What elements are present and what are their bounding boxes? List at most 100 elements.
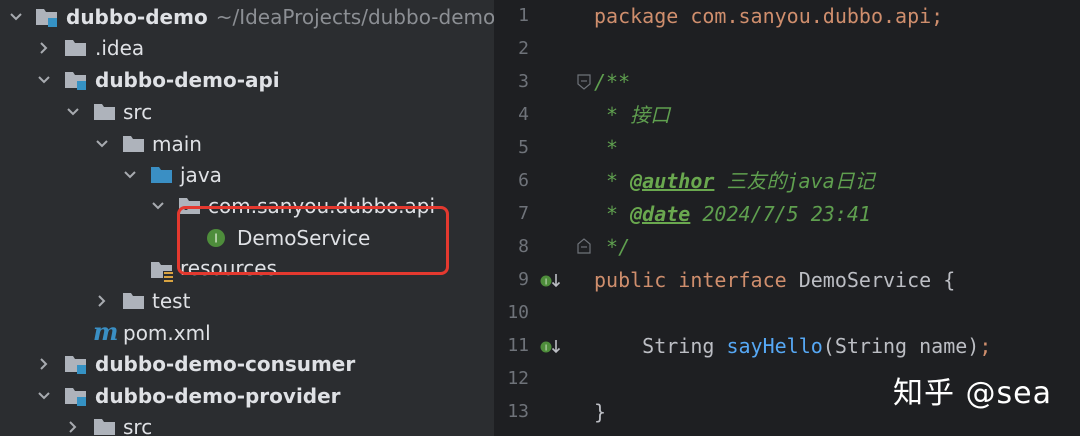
fold-icon[interactable] <box>577 238 591 254</box>
line-number: 5 <box>518 137 529 158</box>
module-folder-icon <box>35 6 59 28</box>
semicolon: ; <box>979 334 992 358</box>
chevron-right-icon[interactable] <box>92 291 112 311</box>
keyword: public <box>594 268 667 292</box>
chevron-down-icon[interactable] <box>148 196 168 216</box>
line-number: 9 <box>518 269 529 290</box>
watermark: 知乎 @sea <box>892 376 1052 411</box>
test-folder-label: test <box>152 289 191 313</box>
code-line-3[interactable]: /** <box>594 66 630 98</box>
comment: * 接口 <box>594 103 671 127</box>
interface-declaration: DemoService { <box>786 268 956 292</box>
line-number: 7 <box>518 203 529 224</box>
project-tree: dubbo-demo ~/IdeaProjects/dubbo-demo .ide… <box>0 0 494 436</box>
chevron-down-icon[interactable] <box>120 165 140 185</box>
line-number: 13 <box>507 401 529 422</box>
tree-row-java[interactable]: java <box>0 159 494 191</box>
folder-icon <box>64 37 88 59</box>
consumer-module-label: dubbo-demo-consumer <box>95 352 356 376</box>
code-line-4[interactable]: * 接口 <box>594 99 670 131</box>
tree-row-pom[interactable]: m pom.xml <box>0 317 494 349</box>
module-folder-icon <box>64 353 88 375</box>
line-number: 4 <box>518 104 529 125</box>
folder-icon <box>93 101 117 123</box>
chevron-down-icon[interactable] <box>6 7 26 27</box>
line-number: 10 <box>507 302 529 323</box>
module-folder-icon <box>64 69 88 91</box>
comment: */ <box>594 235 631 259</box>
folder-idea-label: .idea <box>95 36 145 60</box>
comment: 三友的java日记 <box>714 169 875 193</box>
provider-module-label: dubbo-demo-provider <box>95 384 341 408</box>
module-folder-icon <box>64 385 88 407</box>
chevron-down-icon[interactable] <box>34 70 54 90</box>
main-folder-label: main <box>152 132 202 156</box>
provider-src-label: src <box>123 415 153 436</box>
code-line-9[interactable]: public interface DemoService { <box>594 264 955 296</box>
return-type: String <box>594 334 727 358</box>
chevron-down-icon[interactable] <box>63 102 83 122</box>
closing-brace: } <box>594 400 607 424</box>
code-line-13[interactable]: } <box>594 396 606 428</box>
tree-row-test[interactable]: test <box>0 285 494 317</box>
keyword: interface <box>678 268 787 292</box>
api-module-label: dubbo-demo-api <box>95 68 280 92</box>
code-line-1[interactable]: package com.sanyou.dubbo.api; <box>594 0 943 32</box>
method-params: (String name) <box>822 334 980 358</box>
code-line-5[interactable]: * <box>594 132 618 164</box>
src-folder-label: src <box>123 100 153 124</box>
tree-row-provider-module[interactable]: dubbo-demo-provider <box>0 380 494 412</box>
chevron-down-icon[interactable] <box>34 386 54 406</box>
chevron-down-icon[interactable] <box>92 134 112 154</box>
comment: * <box>594 202 631 226</box>
method-name: sayHello <box>726 334 823 358</box>
tree-row-main[interactable]: main <box>0 128 494 160</box>
line-number: 8 <box>518 236 529 257</box>
java-folder-label: java <box>180 163 222 187</box>
comment: /** <box>594 70 631 94</box>
tree-row-consumer-module[interactable]: dubbo-demo-consumer <box>0 348 494 380</box>
chevron-right-icon[interactable] <box>63 417 83 436</box>
resources-folder-icon <box>150 259 174 282</box>
svg-text:I: I <box>545 344 547 353</box>
code-line-8[interactable]: */ <box>594 231 630 263</box>
root-folder-name: dubbo-demo <box>66 5 208 29</box>
keyword: package <box>594 4 679 28</box>
javadoc-tag: @author <box>630 169 715 193</box>
svg-text:m: m <box>93 320 118 344</box>
code-line-11[interactable]: String sayHello(String name); <box>594 330 991 362</box>
tree-row-api-module[interactable]: dubbo-demo-api <box>0 64 494 96</box>
svg-text:I: I <box>545 278 547 287</box>
line-number: 3 <box>518 71 529 92</box>
package-name: com.sanyou.dubbo.api; <box>678 4 944 28</box>
fold-icon[interactable] <box>577 74 591 90</box>
comment: * <box>594 169 631 193</box>
line-number: 2 <box>518 38 529 59</box>
pom-label: pom.xml <box>123 321 211 345</box>
tree-row-provider-src[interactable]: src <box>0 411 494 436</box>
tree-row-root[interactable]: dubbo-demo ~/IdeaProjects/dubbo-demo <box>0 1 494 33</box>
line-gutter: 1 2 3 4 5 6 7 8 9 10 11 12 13 I I <box>495 0 591 436</box>
source-folder-icon <box>150 164 174 186</box>
folder-icon <box>93 416 117 436</box>
code-line-6[interactable]: * @author 三友的java日记 <box>594 165 875 197</box>
code-line-7[interactable]: * @date 2024/7/5 23:41 <box>594 198 871 230</box>
implementations-icon[interactable]: I <box>539 337 563 357</box>
folder-icon <box>122 290 146 312</box>
highlight-box <box>177 206 449 275</box>
line-number: 12 <box>507 368 529 389</box>
tree-row-src[interactable]: src <box>0 96 494 128</box>
chevron-right-icon[interactable] <box>34 354 54 374</box>
chevron-right-icon[interactable] <box>34 38 54 58</box>
folder-icon <box>122 133 146 155</box>
maven-icon: m <box>93 320 121 344</box>
implementations-icon[interactable]: I <box>539 271 563 291</box>
comment: * <box>594 136 619 160</box>
line-number: 11 <box>507 335 529 356</box>
root-folder-path: ~/IdeaProjects/dubbo-demo <box>215 5 494 29</box>
line-number: 1 <box>518 5 529 26</box>
comment: 2024/7/5 23:41 <box>690 202 871 226</box>
tree-row-idea[interactable]: .idea <box>0 32 494 64</box>
javadoc-tag: @date <box>630 202 691 226</box>
line-number: 6 <box>518 170 529 191</box>
